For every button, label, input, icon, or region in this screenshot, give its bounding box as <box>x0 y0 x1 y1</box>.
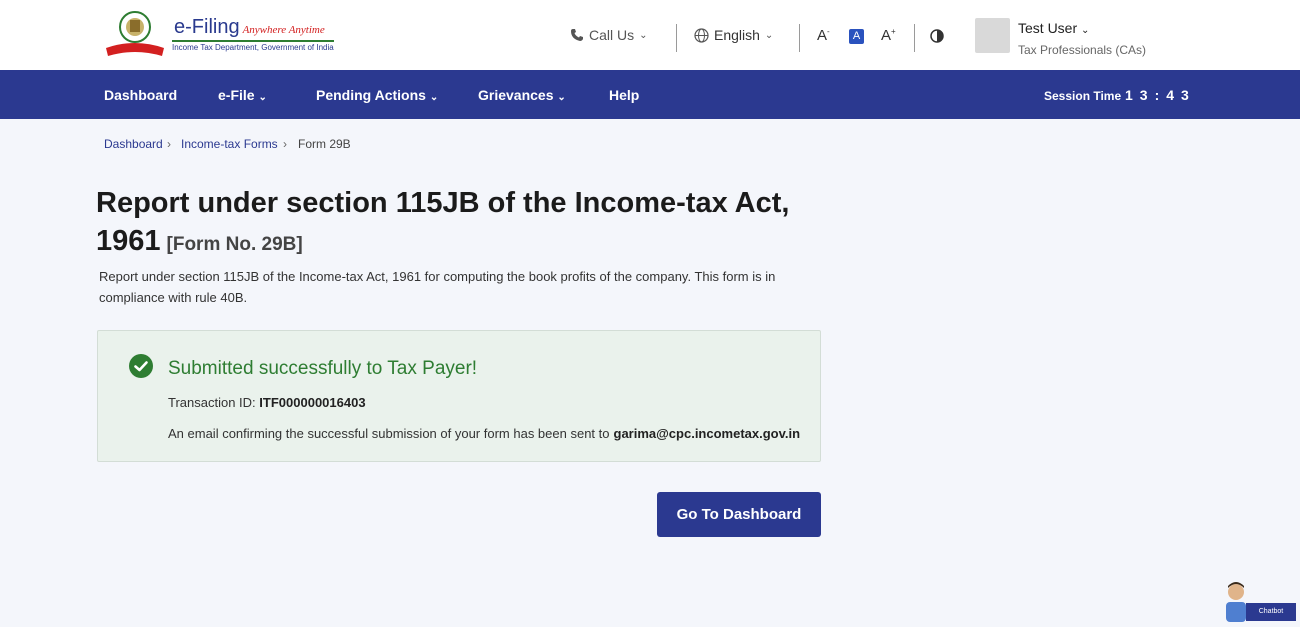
emblem-icon <box>106 11 164 56</box>
phone-icon <box>571 29 583 41</box>
main-nav: Dashboard e-File ⌄ Pending Actions ⌄ Gri… <box>0 70 1300 119</box>
breadcrumb-income-tax-forms[interactable]: Income-tax Forms <box>181 137 278 151</box>
page-description: Report under section 115JB of the Income… <box>99 269 776 305</box>
session-time-label: Session Time <box>1044 89 1122 103</box>
nav-efile[interactable]: e-File ⌄ <box>218 87 267 103</box>
form-number: [Form No. 29B] <box>166 234 303 255</box>
check-circle-icon <box>129 354 153 378</box>
chevron-down-icon: ⌄ <box>429 92 439 103</box>
chevron-down-icon: ⌄ <box>258 92 267 103</box>
divider <box>676 24 677 52</box>
page-title: Report under section 115JB of the Income… <box>96 187 790 257</box>
efiling-logo[interactable]: e-Filing Anywhere Anytime Income Tax Depa… <box>104 10 334 58</box>
call-us-dropdown[interactable]: Call Us ⌄ <box>570 27 648 43</box>
avatar[interactable] <box>975 18 1010 53</box>
nav-pending-actions[interactable]: Pending Actions ⌄ <box>316 87 438 103</box>
nav-help[interactable]: Help <box>609 87 639 103</box>
logo-subtitle: Income Tax Department, Government of Ind… <box>172 40 334 52</box>
success-title: Submitted successfully to Tax Payer! <box>168 358 478 379</box>
transaction-id: Transaction ID: ITF000000016403 <box>168 395 366 410</box>
language-label: English <box>714 27 760 43</box>
nav-grievances[interactable]: Grievances ⌄ <box>478 87 566 103</box>
chevron-down-icon: ⌄ <box>557 92 566 103</box>
chatbot-label[interactable]: Chatbot <box>1246 603 1296 621</box>
globe-icon <box>694 27 709 43</box>
logo-tagline: Anywhere Anytime <box>242 24 325 36</box>
transaction-id-value: ITF000000016403 <box>259 395 366 410</box>
logo-title: e-Filing Anywhere Anytime <box>174 16 325 38</box>
go-to-dashboard-button[interactable]: Go To Dashboard <box>657 492 821 537</box>
breadcrumb-current: Form 29B <box>298 137 351 151</box>
divider <box>914 24 915 52</box>
font-increase-button[interactable]: A+ <box>881 27 896 44</box>
chevron-down-icon: ⌄ <box>639 29 648 41</box>
breadcrumb-dashboard[interactable]: Dashboard <box>104 137 163 151</box>
session-time-value: 13:43 <box>1125 87 1196 103</box>
breadcrumb-separator: › <box>283 137 287 151</box>
success-panel: Submitted successfully to Tax Payer! Tra… <box>97 330 821 462</box>
call-us-label: Call Us <box>589 27 635 43</box>
chevron-down-icon: ⌄ <box>764 29 774 41</box>
language-dropdown[interactable]: English ⌄ <box>694 27 773 43</box>
breadcrumb-separator: › <box>167 137 171 151</box>
user-role: Tax Professionals (CAs) <box>1018 43 1147 57</box>
email-address: garima@cpc.incometax.gov.in <box>613 426 801 441</box>
top-header: e-Filing Anywhere Anytime Income Tax Depa… <box>0 0 1300 70</box>
divider <box>799 24 800 52</box>
chevron-down-icon: ⌄ <box>1081 25 1090 36</box>
user-menu[interactable]: Test User ⌄ <box>1018 20 1089 36</box>
email-confirmation: An email confirming the successful submi… <box>168 426 801 441</box>
font-decrease-button[interactable]: A- <box>817 27 830 44</box>
nav-dashboard[interactable]: Dashboard <box>104 87 177 103</box>
contrast-icon[interactable] <box>930 29 944 43</box>
font-default-button[interactable]: A <box>849 29 864 44</box>
